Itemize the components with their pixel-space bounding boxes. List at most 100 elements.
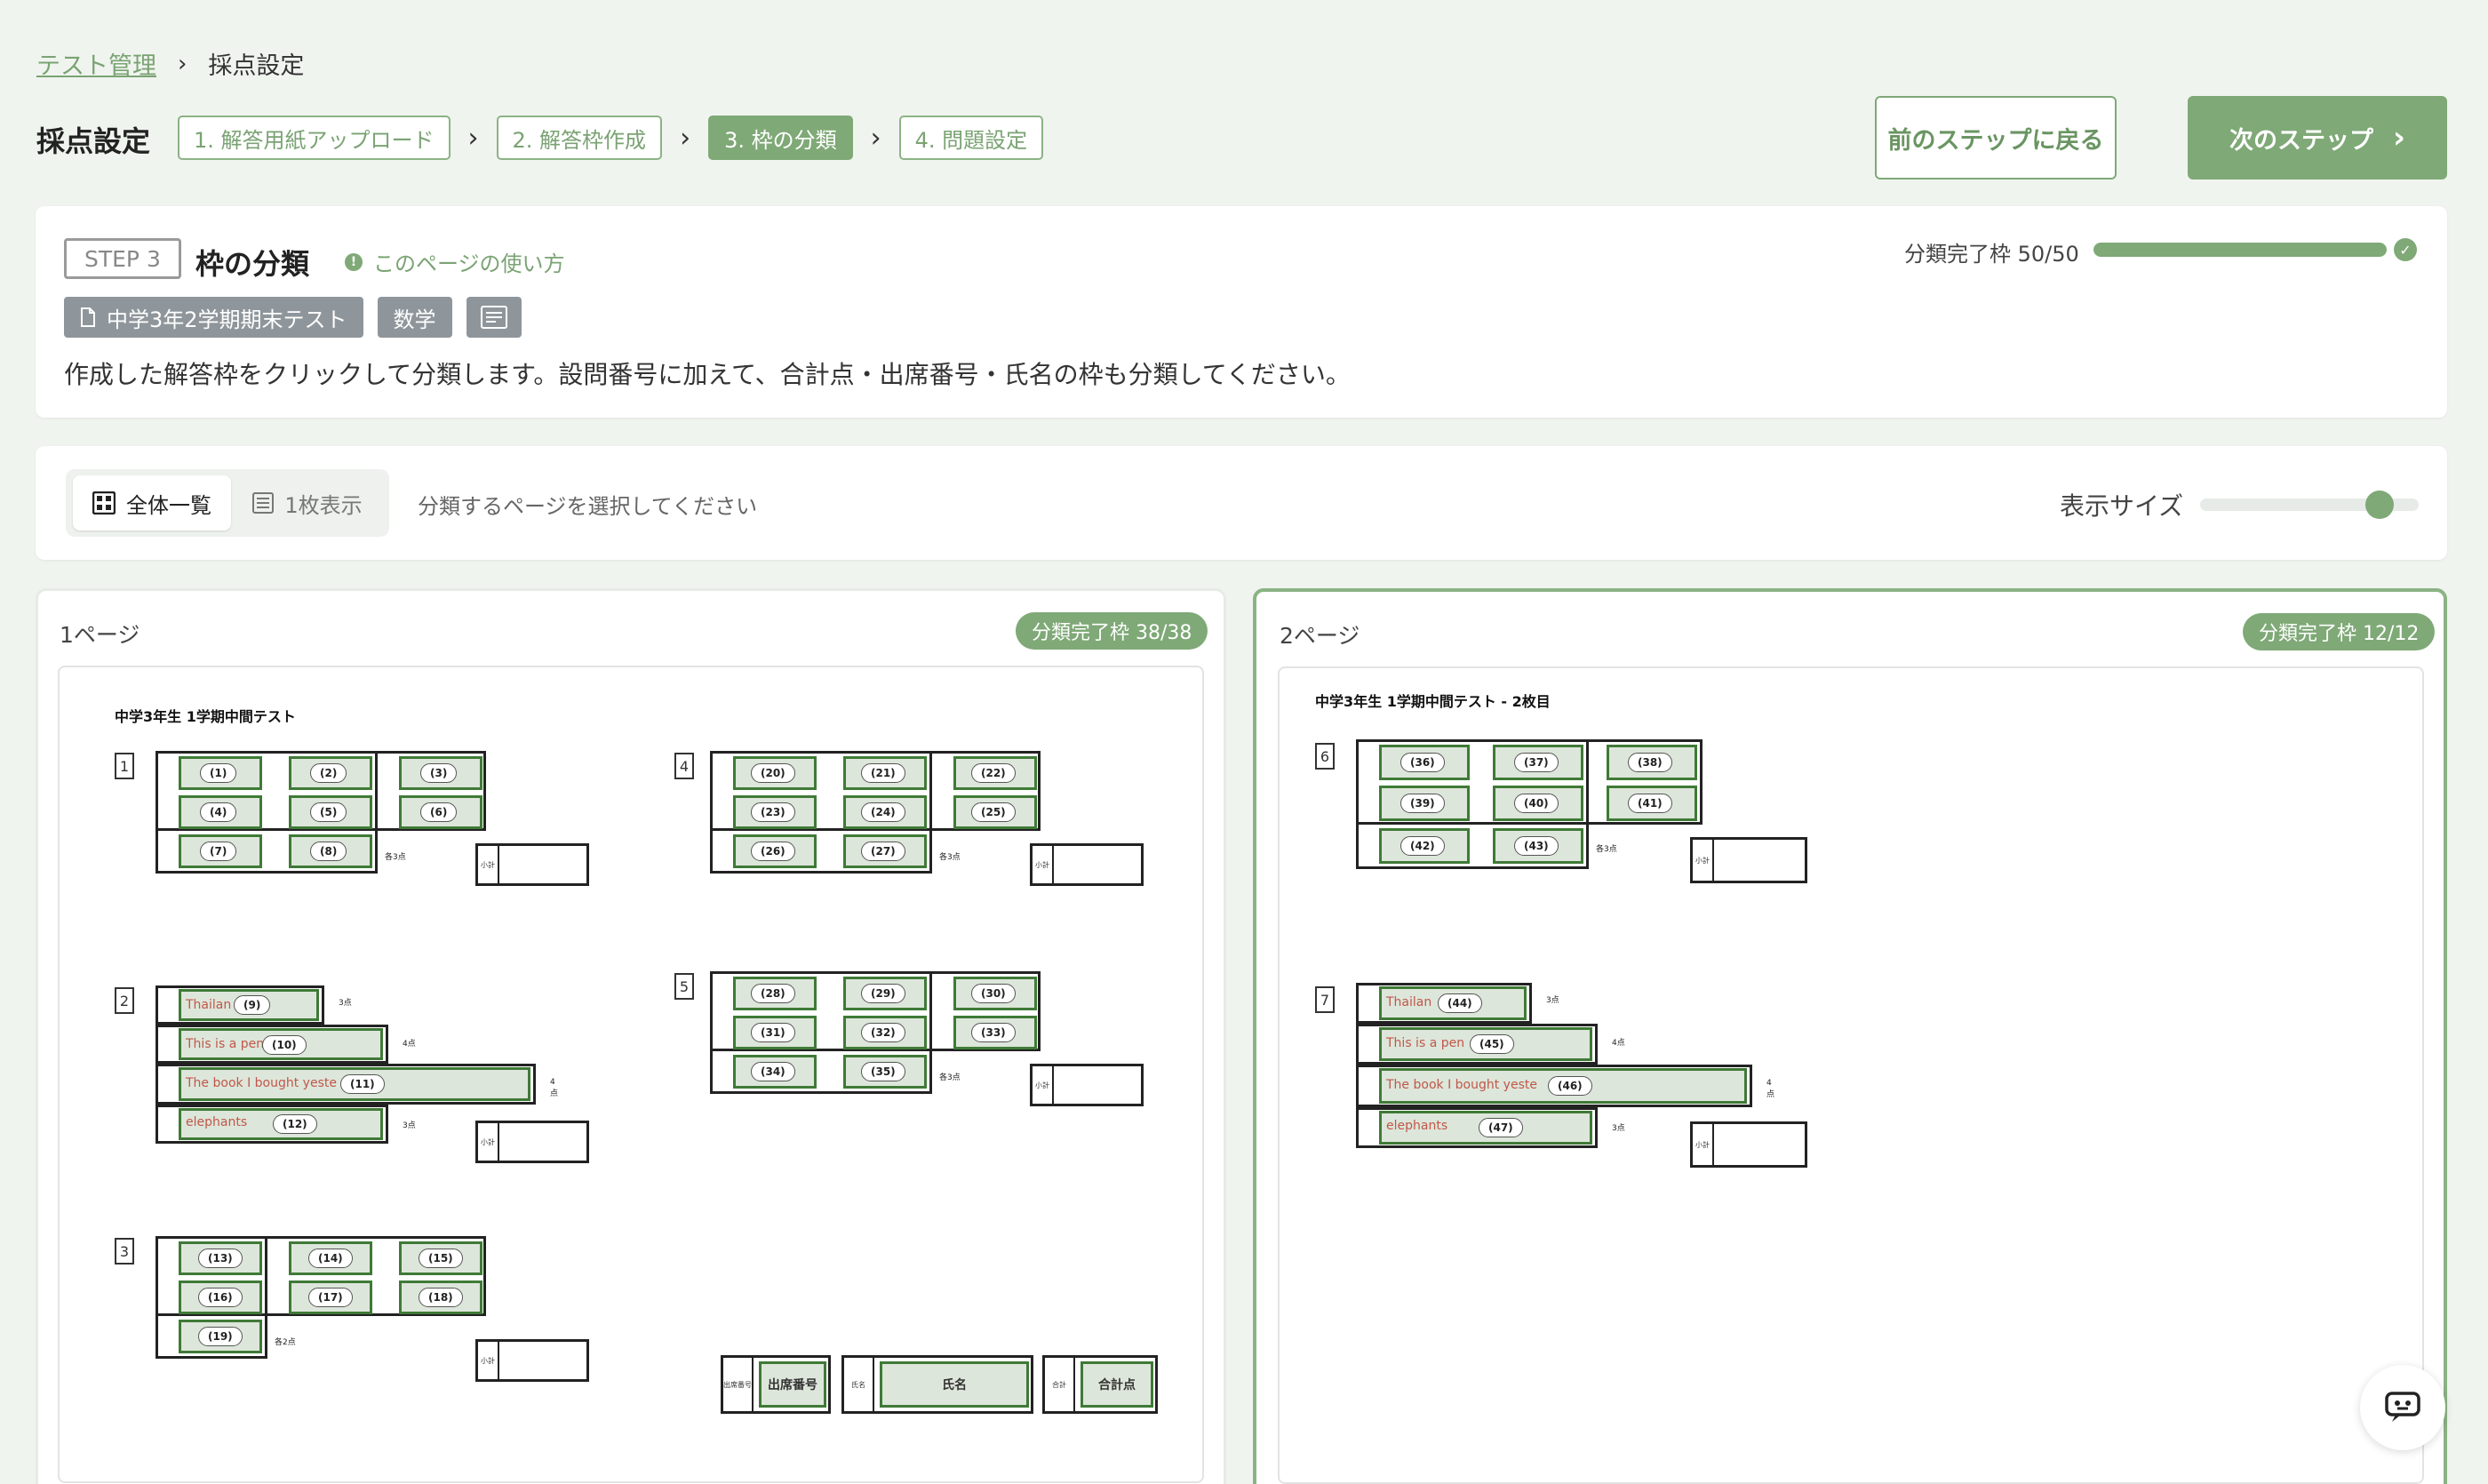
- frame-label: (38): [1628, 753, 1672, 772]
- subtotal-box[interactable]: 小計: [475, 1121, 589, 1163]
- chevron-right-icon: ›: [680, 122, 691, 154]
- name-tag: 氏名: [844, 1358, 874, 1411]
- tag-list: 中学3年2学期期末テスト 数学: [64, 297, 522, 338]
- view-bar: 全体一覧 1枚表示 分類するページを選択してください 表示サイズ: [36, 446, 2447, 560]
- chat-bot-button[interactable]: [2360, 1365, 2445, 1450]
- answer-text: elephants: [1386, 1119, 1448, 1133]
- subtotal-label: 小計: [478, 846, 499, 883]
- frame-label: (4): [200, 802, 237, 822]
- frame-label: (34): [751, 1062, 795, 1081]
- classified-badge: 分類完了枠 12/12: [2243, 613, 2436, 650]
- step-badge: STEP 3: [64, 238, 181, 279]
- answer-grid-q3: (13) (14) (15) (16) (17) (18) (19) 各2点: [156, 1236, 486, 1359]
- answer-sheet-preview: 中学3年生 1学期中間テスト 1 (1) (2) (3) (4) (5) (6)…: [58, 666, 1204, 1483]
- chevron-right-icon: ›: [870, 122, 881, 154]
- sheet-title: 中学3年生 1学期中間テスト - 2枚目: [1315, 693, 1551, 710]
- page-panel-1[interactable]: 1ページ 分類完了枠 38/38 中学3年生 1学期中間テスト 1 (1) (2…: [36, 588, 1226, 1484]
- list-icon-button[interactable]: [466, 297, 522, 338]
- question-number: 2: [115, 987, 134, 1014]
- size-slider-thumb[interactable]: [2365, 491, 2395, 519]
- frame-label: (29): [861, 984, 905, 1003]
- single-view-button[interactable]: 1枚表示: [236, 475, 379, 531]
- points-note: 3点: [339, 999, 352, 1008]
- step-upload[interactable]: 1. 解答用紙アップロード: [178, 116, 451, 160]
- grid-view-label: 全体一覧: [126, 492, 211, 518]
- stepper: 1. 解答用紙アップロード › 2. 解答枠作成 › 3. 枠の分類 › 4. …: [178, 116, 1044, 160]
- answer-grid-q1: (1) (2) (3) (4) (5) (6) (7) (8) 各3点: [156, 751, 486, 874]
- frame-label: (40): [1514, 794, 1559, 813]
- name-box[interactable]: 氏名 氏名: [841, 1355, 1033, 1414]
- grid-view-button[interactable]: 全体一覧: [73, 475, 231, 531]
- points-note: 3点: [1546, 996, 1559, 1005]
- progress-label: 分類完了枠 50/50: [1904, 242, 2079, 267]
- step-classify-frames[interactable]: 3. 枠の分類: [708, 116, 853, 160]
- frame-label: (18): [419, 1288, 463, 1307]
- breadcrumb-current: 採点設定: [208, 52, 305, 80]
- question-number: 4: [674, 753, 694, 779]
- frame-label: (19): [198, 1327, 243, 1346]
- back-button-label: 前のステップに戻る: [1887, 126, 2104, 155]
- progress-fill: [2093, 243, 2387, 257]
- frame-label: (42): [1400, 836, 1445, 856]
- subtotal-box[interactable]: 小計: [1030, 843, 1144, 886]
- answer-text: elephants: [186, 1115, 248, 1129]
- breadcrumb: テスト管理 › 採点設定: [36, 46, 304, 81]
- subject-tag: 数学: [377, 297, 452, 338]
- answer-grid-q6: (36) (37) (38) (39) (40) (41) (42) (43) …: [1356, 739, 1703, 869]
- points-note: 各3点: [385, 853, 406, 862]
- help-link[interactable]: ! このページの使い方: [345, 246, 565, 277]
- answer-text: The book I bought yeste: [186, 1076, 337, 1090]
- size-slider[interactable]: [2200, 491, 2419, 519]
- back-button[interactable]: 前のステップに戻る: [1875, 96, 2117, 180]
- list-icon: [252, 492, 275, 514]
- breadcrumb-link-test-management[interactable]: テスト管理: [36, 46, 156, 81]
- progress-bar: [2093, 243, 2387, 257]
- total-score-field[interactable]: 合計点: [1081, 1361, 1153, 1408]
- help-link-label: このページの使い方: [373, 251, 565, 276]
- subtotal-label: 小計: [478, 1123, 499, 1161]
- view-toggle: 全体一覧 1枚表示: [66, 469, 389, 537]
- attendance-number-box[interactable]: 出席番号 出席番号: [721, 1355, 831, 1414]
- answer-sheet-preview: 中学3年生 1学期中間テスト - 2枚目 6 (36) (37) (38) (3…: [1278, 666, 2424, 1484]
- subtotal-box[interactable]: 小計: [1690, 837, 1807, 883]
- subtotal-box[interactable]: 小計: [475, 1339, 589, 1382]
- points-note: 各3点: [1596, 845, 1617, 854]
- frame-label: (32): [861, 1023, 905, 1042]
- total-score-box[interactable]: 合計 合計点: [1042, 1355, 1158, 1414]
- subtotal-box[interactable]: 小計: [1690, 1121, 1807, 1168]
- frame-label: (13): [198, 1249, 243, 1268]
- page-panel-2[interactable]: 2ページ 分類完了枠 12/12 中学3年生 1学期中間テスト - 2枚目 6 …: [1253, 588, 2447, 1484]
- grid-icon: [92, 491, 116, 515]
- frame-label: (44): [1438, 993, 1482, 1013]
- frame-label: (27): [861, 842, 905, 861]
- subtotal-label: 小計: [1693, 1124, 1714, 1165]
- subtotal-label: 小計: [1033, 1066, 1054, 1104]
- question-number: 5: [674, 973, 694, 1000]
- answer-grid-q5: (28) (29) (30) (31) (32) (33) (34) (35) …: [710, 971, 1041, 1094]
- points-note: 各3点: [939, 853, 961, 862]
- frame-label: (28): [751, 984, 795, 1003]
- step-create-frames[interactable]: 2. 解答枠作成: [496, 116, 663, 160]
- frame-label: (45): [1470, 1034, 1514, 1054]
- next-button[interactable]: 次のステップ ›: [2188, 96, 2447, 180]
- frame-label: (3): [420, 763, 458, 783]
- classified-badge: 分類完了枠 38/38: [1016, 612, 1208, 650]
- question-number: 1: [115, 753, 134, 779]
- subtotal-box[interactable]: 小計: [1030, 1064, 1144, 1106]
- test-name-label: 中学3年2学期期末テスト: [107, 307, 347, 332]
- name-field[interactable]: 氏名: [880, 1361, 1029, 1408]
- points-note: 4点: [403, 1040, 416, 1049]
- step-question-settings[interactable]: 4. 問題設定: [898, 116, 1044, 160]
- answer-text: The book I bought yeste: [1386, 1078, 1537, 1092]
- subtotal-label: 小計: [1693, 840, 1714, 881]
- frame-label: (43): [1514, 836, 1559, 856]
- attendance-number-field[interactable]: 出席番号: [759, 1361, 826, 1408]
- subtotal-box[interactable]: 小計: [475, 843, 589, 886]
- check-icon: ✓: [2394, 238, 2417, 261]
- frame-label: (33): [971, 1023, 1016, 1042]
- step-description: 作成した解答枠をクリックして分類します。設問番号に加えて、合計点・出席番号・氏名…: [64, 360, 1351, 389]
- subtotal-label: 小計: [478, 1342, 499, 1379]
- frame-label: (41): [1628, 794, 1672, 813]
- view-hint: 分類するページを選択してください: [418, 494, 758, 519]
- answer-text: Thailan: [186, 998, 232, 1012]
